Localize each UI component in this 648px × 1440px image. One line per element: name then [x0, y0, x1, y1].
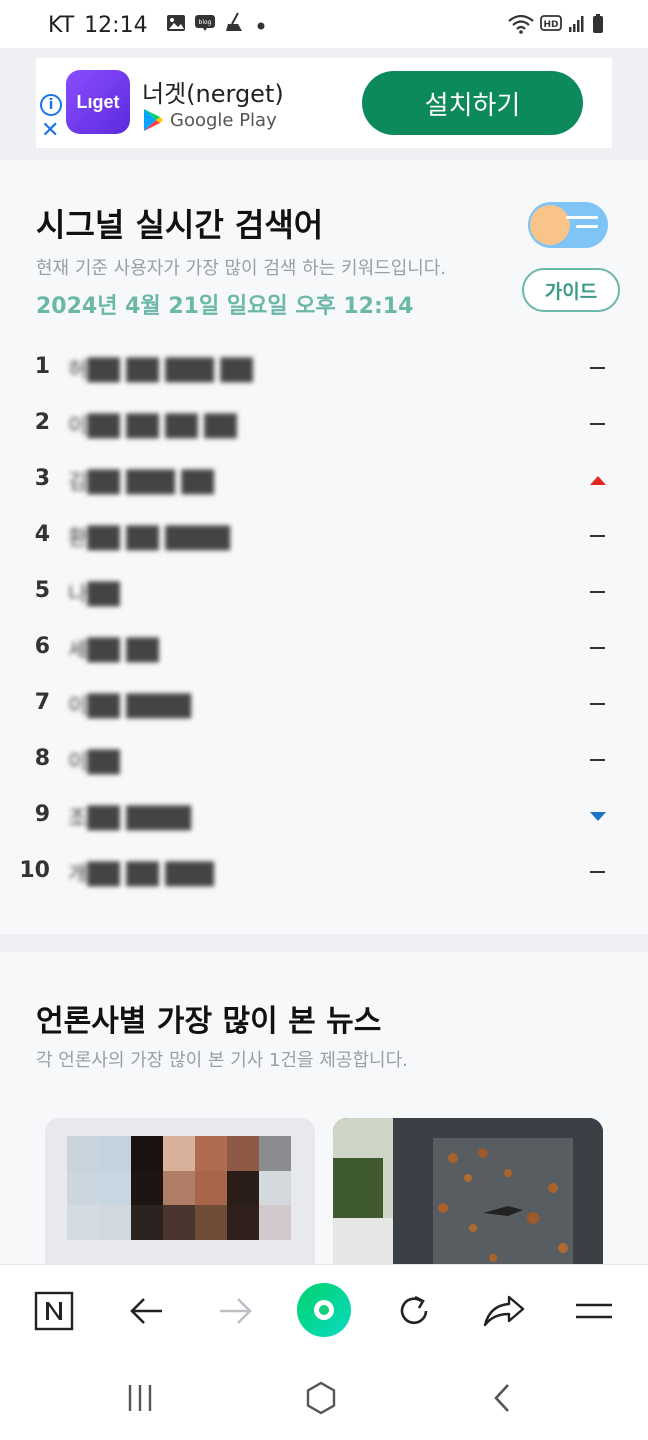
rank-row[interactable]: 4 환██ ██ ████ [0, 508, 648, 564]
back-icon[interactable] [478, 1374, 526, 1422]
home-icon[interactable] [297, 1374, 345, 1422]
news-card: 언론사별 가장 많이 본 뉴스 각 언론사의 가장 많이 본 기사 1건을 제공… [0, 952, 648, 1264]
status-bar: KT 12:14 blog HD [0, 0, 648, 48]
rank-number: 2 [34, 410, 50, 435]
rank-keyword[interactable]: 김██ ███ ██ [68, 466, 214, 496]
pixelated-photo [67, 1136, 291, 1240]
rank-keyword[interactable]: 이██ ██ ██ ██ [68, 410, 237, 440]
rank-number: 8 [34, 746, 50, 771]
trend-down-icon [590, 812, 606, 821]
broom-icon [224, 12, 246, 38]
browser-toolbar [0, 1264, 648, 1360]
rank-keyword[interactable]: 이██ ████ [68, 690, 191, 720]
rank-number: 9 [34, 802, 50, 827]
rank-row[interactable]: 8 이██ [0, 732, 648, 788]
install-button[interactable]: 설치하기 [362, 71, 583, 135]
svg-text:blog: blog [198, 19, 211, 26]
home-icon[interactable] [297, 1283, 351, 1337]
trend-flat-icon [590, 871, 605, 873]
rank-number: 3 [34, 466, 50, 491]
rank-keyword[interactable]: 조██ ████ [68, 802, 191, 832]
rank-row[interactable]: 5 나██ [0, 564, 648, 620]
section-title: 시그널 실시간 검색어 [36, 206, 324, 244]
guide-button[interactable]: 가이드 [522, 268, 620, 312]
refresh-icon[interactable] [390, 1287, 438, 1335]
status-right: HD [508, 14, 604, 38]
toggle-knob [530, 205, 570, 245]
signal-card: 시그널 실시간 검색어 현재 기준 사용자가 가장 많이 검색 하는 키워드입니… [0, 160, 648, 934]
trend-flat-icon [590, 423, 605, 425]
ad-close-icon[interactable]: ✕ [41, 120, 59, 142]
google-play-badge: Google Play [142, 108, 277, 132]
rank-row[interactable]: 2 이██ ██ ██ ██ [0, 396, 648, 452]
speed-lines-icon [566, 216, 598, 234]
recent-apps-icon[interactable] [116, 1374, 164, 1422]
news-section-title: 언론사별 가장 많이 본 뉴스 [36, 1004, 382, 1039]
ad-app-name[interactable]: 너겟(nerget) [142, 74, 284, 109]
news-section-subtitle: 각 언론사의 가장 많이 본 기사 1건을 제공합니다. [36, 1050, 408, 1071]
wifi-icon [508, 14, 534, 38]
rank-keyword[interactable]: 이██ [68, 746, 120, 776]
signal-icon [568, 15, 586, 37]
news-thumbnail[interactable] [333, 1118, 603, 1264]
google-play-icon [144, 109, 163, 131]
rank-row[interactable]: 7 이██ ████ [0, 676, 648, 732]
ad-banner[interactable]: i ✕ Lıget 너겟(nerget) Google Play 설치하기 [36, 58, 612, 148]
rank-list: 1 허██ ██ ███ ██ 2 이██ ██ ██ ██ 3 김██ ███… [0, 340, 648, 900]
rank-row[interactable]: 6 세██ ██ [0, 620, 648, 676]
rank-number: 4 [34, 522, 50, 547]
rank-number: 1 [34, 354, 50, 379]
trend-flat-icon [590, 535, 605, 537]
section-subtitle: 현재 기준 사용자가 가장 많이 검색 하는 키워드입니다. [36, 258, 447, 279]
rank-number: 5 [34, 578, 50, 603]
blog-icon: blog [194, 13, 216, 38]
battery-icon [592, 14, 604, 38]
rank-number: 7 [34, 690, 50, 715]
rank-row[interactable]: 1 허██ ██ ███ ██ [0, 340, 648, 396]
trend-flat-icon [590, 367, 605, 369]
trend-flat-icon [590, 647, 605, 649]
forward-icon[interactable] [212, 1287, 260, 1335]
system-nav-bar [0, 1360, 648, 1440]
svg-text:HD: HD [543, 20, 558, 30]
rank-keyword[interactable]: 세██ ██ [68, 634, 159, 664]
rank-keyword[interactable]: 환██ ██ ████ [68, 522, 230, 552]
trend-flat-icon [590, 759, 605, 761]
rank-row[interactable]: 9 조██ ████ [0, 788, 648, 844]
dot-icon [254, 13, 268, 38]
app-logo[interactable]: Lıget [66, 70, 130, 134]
store-label: Google Play [170, 109, 277, 131]
status-left: KT 12:14 blog [48, 12, 268, 38]
back-icon[interactable] [122, 1287, 170, 1335]
hd-icon: HD [540, 15, 562, 37]
rank-keyword[interactable]: 허██ ██ ███ ██ [68, 354, 253, 384]
signal-toggle[interactable] [528, 202, 608, 248]
carrier-label: KT [48, 12, 75, 38]
trend-flat-icon [590, 591, 605, 593]
trend-flat-icon [590, 703, 605, 705]
naver-icon[interactable] [30, 1287, 78, 1335]
menu-icon[interactable] [570, 1287, 618, 1335]
gallery-icon [166, 13, 186, 38]
datetime-label: 2024년 4월 21일 일요일 오후 12:14 [36, 294, 414, 319]
ad-info-icon[interactable]: i [40, 94, 62, 116]
share-icon[interactable] [480, 1287, 528, 1335]
clock-label: 12:14 [84, 12, 148, 38]
rank-row[interactable]: 3 김██ ███ ██ [0, 452, 648, 508]
rank-keyword[interactable]: 개██ ██ ███ [68, 858, 214, 888]
rank-row[interactable]: 10 개██ ██ ███ [0, 844, 648, 900]
rank-number: 10 [19, 858, 50, 883]
rank-keyword[interactable]: 나██ [68, 578, 120, 608]
news-thumbnail[interactable] [45, 1118, 315, 1264]
rank-number: 6 [34, 634, 50, 659]
trend-up-icon [590, 476, 606, 485]
cicada-photo [333, 1118, 603, 1264]
